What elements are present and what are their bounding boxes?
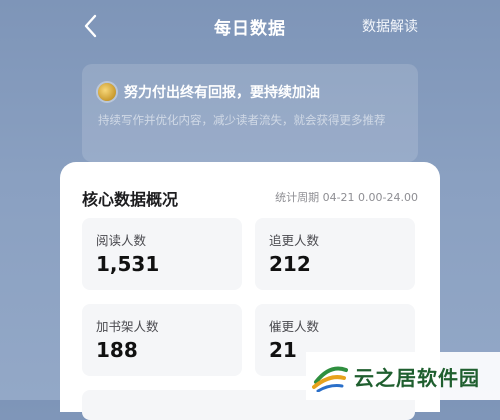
- banner-title: 努力付出终有回报，要持续加油: [124, 85, 320, 101]
- banner-title-row: 努力付出终有回报，要持续加油: [98, 82, 320, 102]
- encouragement-banner: 努力付出终有回报，要持续加油 持续写作并优化内容，减少读者流失，就会获得更多推荐: [82, 64, 418, 162]
- metric-label: 阅读人数: [96, 233, 147, 248]
- metric-value: 188: [96, 338, 138, 362]
- metric-label: 加书架人数: [96, 319, 159, 334]
- metric-tile-readers[interactable]: 阅读人数 1,531: [82, 218, 242, 290]
- metric-value: 212: [269, 252, 311, 276]
- page-title: 每日数据: [214, 19, 286, 39]
- data-interpretation-link[interactable]: 数据解读: [362, 16, 418, 36]
- metric-tile-bookshelf-adds[interactable]: 加书架人数 188: [82, 304, 242, 376]
- stat-period: 统计周期 04-21 0.00-24.00: [275, 191, 418, 204]
- watermark-text: 云之居软件园: [354, 365, 480, 390]
- medal-icon: [98, 83, 116, 101]
- section-title: 核心数据概况: [82, 190, 179, 209]
- watermark-logo-icon: [312, 366, 348, 392]
- banner-subtitle: 持续写作并优化内容，减少读者流失，就会获得更多推荐: [98, 113, 386, 127]
- site-watermark: 云之居软件园: [306, 352, 500, 400]
- metric-value: 1,531: [96, 252, 160, 276]
- metric-tile-followers[interactable]: 追更人数 212: [255, 218, 415, 290]
- metric-label: 催更人数: [269, 319, 320, 334]
- metric-label: 追更人数: [269, 233, 320, 248]
- top-bar: 每日数据 数据解读: [0, 0, 500, 52]
- metric-value: 21: [269, 338, 297, 362]
